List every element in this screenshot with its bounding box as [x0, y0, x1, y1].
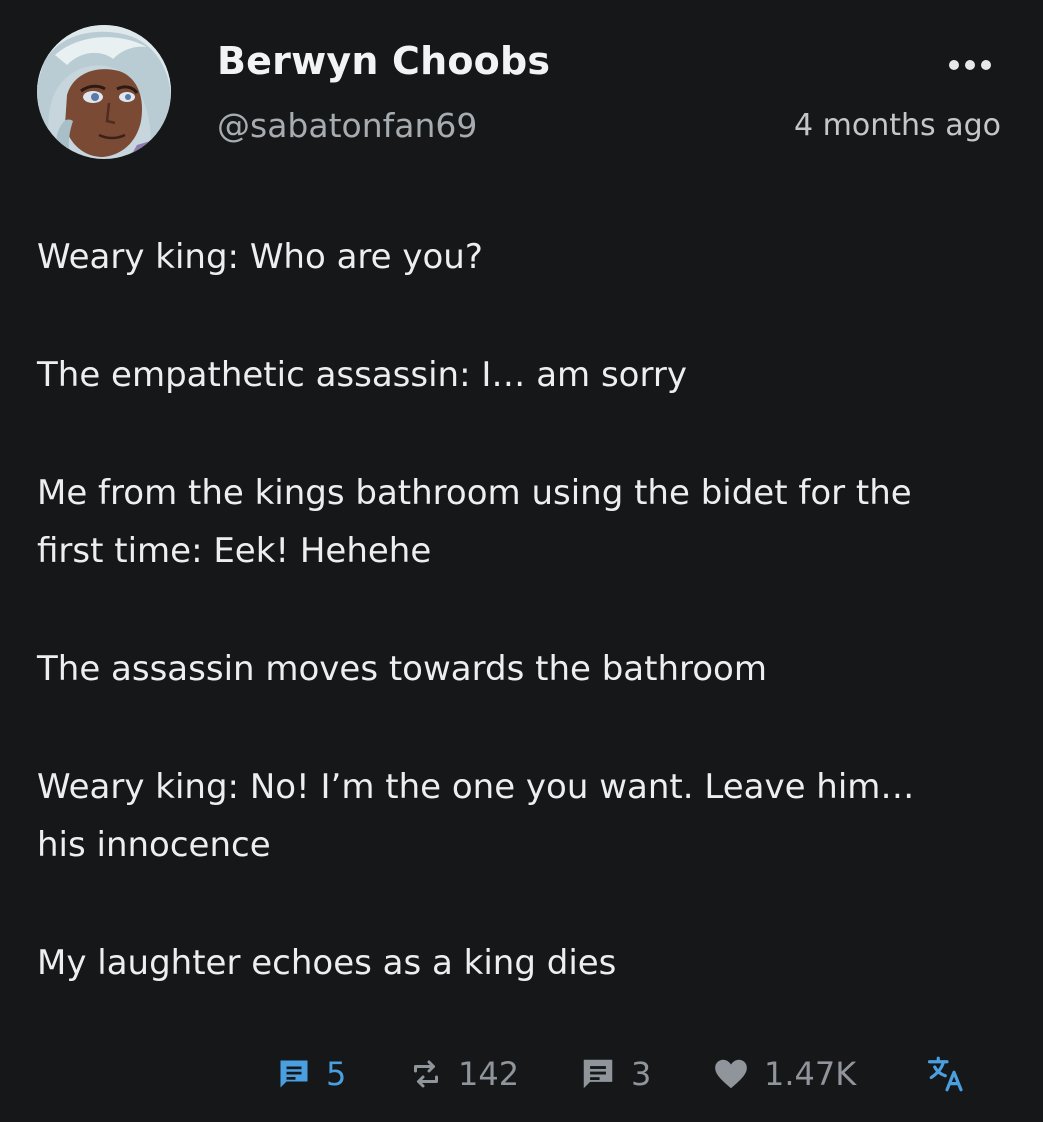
post-paragraph: Weary king: No! I’m the one you want. Le… [37, 767, 915, 865]
avatar-image [37, 25, 171, 159]
comment-box-icon [280, 1060, 308, 1088]
quote-button[interactable]: 3 [579, 1052, 651, 1096]
post-paragraph: The assassin moves towards the bathroom [37, 649, 767, 689]
repost-icon [414, 1060, 438, 1088]
like-count: 1.47K [764, 1055, 857, 1093]
post-actions-bar: 5 142 3 1.47K [0, 1052, 1043, 1096]
repost-count: 142 [458, 1055, 520, 1093]
more-options-button[interactable] [940, 48, 1000, 82]
post-timestamp: 4 months ago [794, 108, 1001, 143]
post-paragraph: The empathetic assassin: I… am sorry [37, 355, 687, 395]
repost-button[interactable]: 142 [408, 1052, 519, 1096]
quote-icon [583, 1059, 613, 1089]
translate-icon [927, 1056, 963, 1092]
post-body: Weary king: Who are you? The empathetic … [37, 228, 997, 1052]
post-paragraph: Me from the kings bathroom using the bid… [37, 473, 912, 571]
more-dot [981, 60, 991, 70]
more-dots-icon [949, 60, 959, 70]
more-dot [965, 60, 975, 70]
post-paragraph: My laughter echoes as a king dies [37, 943, 617, 983]
replies-button[interactable]: 5 [276, 1052, 346, 1096]
replies-count: 5 [326, 1055, 347, 1093]
translate-button[interactable] [926, 1052, 968, 1096]
quote-count: 3 [631, 1055, 652, 1093]
author-display-name[interactable]: Berwyn Choobs [217, 39, 550, 83]
post-paragraph: Weary king: Who are you? [37, 237, 483, 277]
author-handle: @sabatonfan69 [217, 106, 478, 145]
avatar[interactable] [37, 25, 171, 159]
post-card: Berwyn Choobs @sabatonfan69 4 months ago… [0, 0, 1043, 1122]
heart-icon [715, 1059, 747, 1089]
like-button[interactable]: 1.47K [712, 1052, 856, 1096]
